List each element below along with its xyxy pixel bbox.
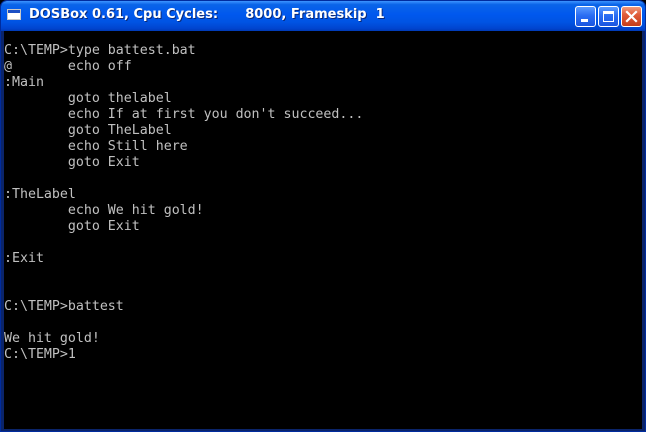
terminal-line: C:\TEMP>battest xyxy=(4,299,124,314)
dos-console[interactable]: C:\TEMP>type battest.bat @ echo off :Mai… xyxy=(4,31,642,429)
terminal-line: goto Exit xyxy=(4,155,140,170)
terminal-line: echo Still here xyxy=(4,139,188,154)
terminal-line: :TheLabel xyxy=(4,187,76,202)
terminal-line: echo If at first you don't succeed... xyxy=(4,107,364,122)
maximize-icon xyxy=(603,11,614,22)
terminal-line: @ echo off xyxy=(4,59,132,74)
close-button[interactable] xyxy=(621,6,642,27)
terminal-line: We hit gold! xyxy=(4,331,100,346)
terminal-line: goto TheLabel xyxy=(4,123,172,138)
terminal-line: C:\TEMP>type battest.bat xyxy=(4,43,196,58)
terminal-line: goto thelabel xyxy=(4,91,172,106)
terminal-line: echo We hit gold! xyxy=(4,203,204,218)
close-icon xyxy=(625,10,638,23)
terminal-line: :Main xyxy=(4,75,44,90)
window-title: DOSBox 0.61, Cpu Cycles: 8000, Frameskip… xyxy=(29,7,385,22)
dosbox-app-icon[interactable] xyxy=(7,9,21,20)
terminal-line: :Exit xyxy=(4,251,44,266)
terminal-line: goto Exit xyxy=(4,219,140,234)
terminal-output: C:\TEMP>type battest.bat @ echo off :Mai… xyxy=(4,43,363,363)
dosbox-window: DOSBox 0.61, Cpu Cycles: 8000, Frameskip… xyxy=(0,0,646,432)
terminal-line: C:\TEMP>1 xyxy=(4,347,76,362)
title-bar[interactable]: DOSBox 0.61, Cpu Cycles: 8000, Frameskip… xyxy=(1,1,645,31)
maximize-button[interactable] xyxy=(598,6,619,27)
minimize-button[interactable] xyxy=(575,6,596,27)
minimize-icon xyxy=(581,19,588,22)
